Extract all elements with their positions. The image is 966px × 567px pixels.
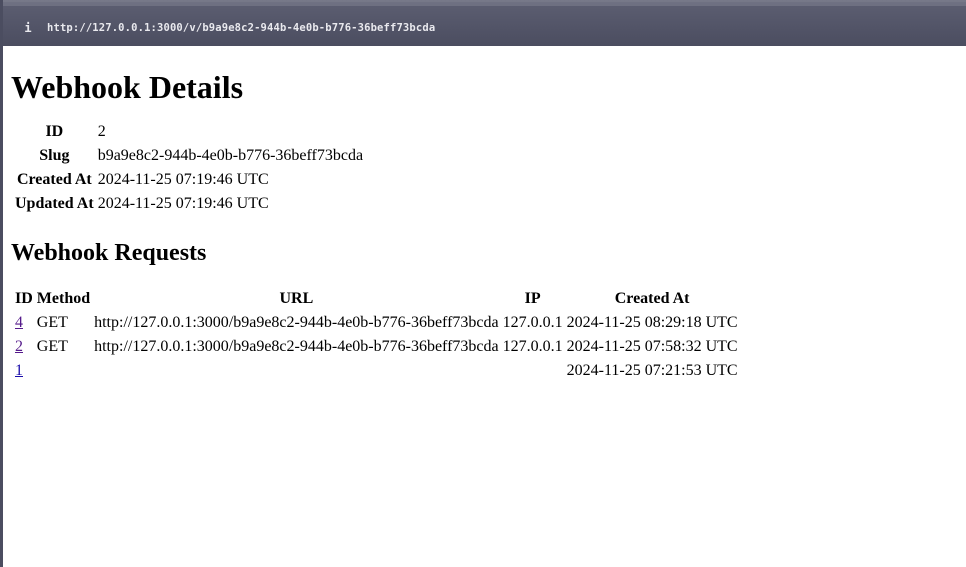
table-row: 2 GET http://127.0.0.1:3000/b9a9e8c2-944… [14,336,739,358]
request-ip-cell: 127.0.0.1 [502,338,563,355]
request-method-cell [36,360,91,382]
detail-label-updated-at: Updated At [15,195,94,212]
column-header-created-at: Created At [614,290,690,307]
detail-row-slug: Slug b9a9e8c2-944b-4e0b-b776-36beff73bcd… [14,145,364,167]
request-created-at-cell: 2024-11-25 07:21:53 UTC [566,362,738,379]
url-text[interactable]: http://127.0.0.1:3000/v/b9a9e8c2-944b-4e… [47,21,435,35]
detail-value-slug: b9a9e8c2-944b-4e0b-b776-36beff73bcda [97,147,364,164]
window-left-edge [0,0,3,567]
table-row: 4 GET http://127.0.0.1:3000/b9a9e8c2-944… [14,312,739,334]
requests-section-title: Webhook Requests [11,240,207,266]
request-created-at-cell: 2024-11-25 07:58:32 UTC [566,338,738,355]
page-title: Webhook Details [11,69,244,105]
request-url-cell: http://127.0.0.1:3000/b9a9e8c2-944b-4e0b… [94,338,499,355]
request-link[interactable]: 4 [15,314,23,331]
request-ip-cell: 127.0.0.1 [502,314,563,331]
info-icon[interactable]: i [22,21,34,35]
request-url-cell: http://127.0.0.1:3000/b9a9e8c2-944b-4e0b… [94,314,499,331]
detail-row-created-at: Created At 2024-11-25 07:19:46 UTC [14,169,364,191]
column-header-url: URL [279,290,314,307]
column-header-method: Method [36,290,91,307]
request-method-cell: GET [36,338,68,355]
request-id-cell: 1 [14,360,34,382]
table-header-row: ID Method URL IP Created At [14,288,739,310]
webhook-requests-table: ID Method URL IP Created At 4 GET http:/… [12,286,741,384]
request-id-cell: 4 [14,312,34,334]
request-ip-cell [502,360,564,382]
table-row: 1 2024-11-25 07:21:53 UTC [14,360,739,382]
browser-address-bar[interactable]: i http://127.0.0.1:3000/v/b9a9e8c2-944b-… [3,0,966,46]
request-id-cell: 2 [14,336,34,358]
webhook-details-table: ID 2 Slug b9a9e8c2-944b-4e0b-b776-36beff… [12,119,366,217]
detail-row-updated-at: Updated At 2024-11-25 07:19:46 UTC [14,193,364,215]
request-method-cell: GET [36,314,68,331]
request-link[interactable]: 2 [15,338,23,355]
detail-label-created-at: Created At [16,171,92,188]
page-content: Webhook Details ID 2 Slug b9a9e8c2-944b-… [11,46,966,384]
detail-value-updated-at: 2024-11-25 07:19:46 UTC [97,195,269,212]
detail-label-slug: Slug [39,147,70,164]
column-header-id: ID [15,290,33,307]
detail-value-id: 2 [97,123,106,140]
request-created-at-cell: 2024-11-25 08:29:18 UTC [566,314,738,331]
detail-row-id: ID 2 [14,121,364,143]
request-link[interactable]: 1 [15,362,23,379]
column-header-ip: IP [524,290,541,307]
detail-label-id: ID [45,123,64,140]
detail-value-created-at: 2024-11-25 07:19:46 UTC [97,171,269,188]
request-url-cell [93,360,500,382]
